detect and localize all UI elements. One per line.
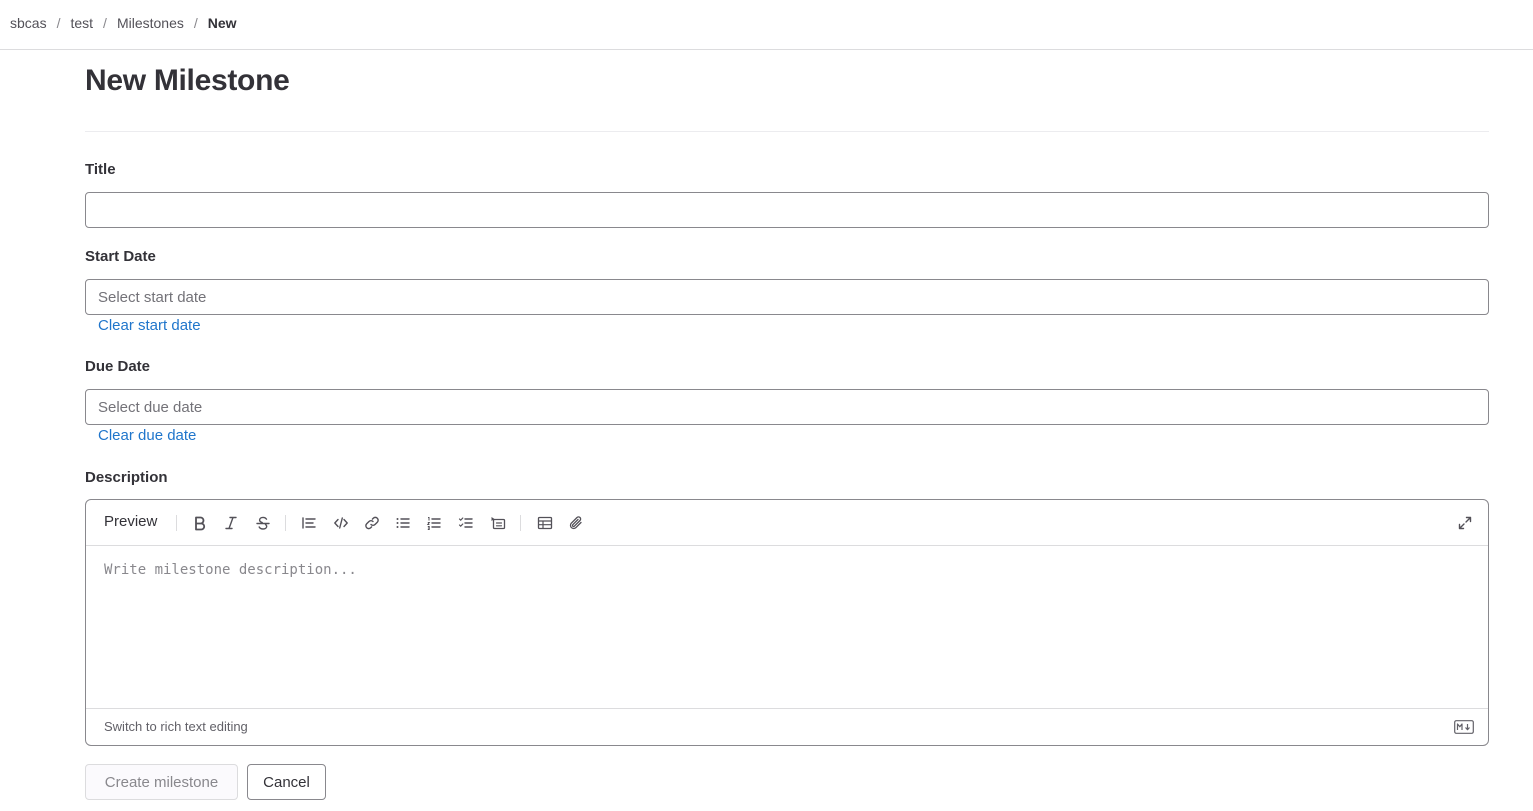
due-date-label: Due Date: [85, 358, 151, 375]
breadcrumb-separator: /: [103, 15, 107, 31]
description-textarea[interactable]: [86, 547, 1488, 708]
attach-file-icon[interactable]: [566, 513, 586, 533]
breadcrumb-item-milestones[interactable]: Milestones: [117, 15, 184, 31]
breadcrumb: sbcas / test / Milestones / New: [10, 15, 237, 31]
title-divider: [85, 131, 1489, 132]
bulleted-list-icon[interactable]: [393, 513, 413, 533]
switch-rich-text-button[interactable]: Switch to rich text editing: [104, 719, 248, 734]
fullscreen-icon[interactable]: [1455, 513, 1475, 533]
toolbar-divider: [176, 515, 177, 531]
quote-icon[interactable]: [299, 513, 319, 533]
page-title: New Milestone: [85, 64, 290, 97]
task-list-icon[interactable]: [456, 513, 476, 533]
top-bar: sbcas / test / Milestones / New: [0, 0, 1533, 50]
link-icon[interactable]: [362, 513, 382, 533]
editor-toolbar: Preview: [86, 500, 1488, 546]
start-date-label: Start Date: [85, 248, 156, 265]
collapsible-section-icon[interactable]: [488, 513, 508, 533]
editor-footer: Switch to rich text editing: [86, 708, 1488, 745]
strikethrough-icon[interactable]: [253, 513, 273, 533]
title-label: Title: [85, 161, 116, 178]
due-date-input[interactable]: [85, 389, 1489, 425]
breadcrumb-separator: /: [56, 15, 61, 31]
preview-tab[interactable]: Preview: [104, 513, 157, 530]
clear-due-date-link[interactable]: Clear due date: [98, 427, 196, 444]
clear-start-date-link[interactable]: Clear start date: [98, 317, 201, 334]
toolbar-divider: [285, 515, 286, 531]
breadcrumb-item-group[interactable]: sbcas: [10, 15, 47, 31]
title-input[interactable]: [85, 192, 1489, 228]
markdown-icon: [1454, 720, 1474, 734]
breadcrumb-item-project[interactable]: test: [70, 15, 93, 31]
table-icon[interactable]: [535, 513, 555, 533]
italic-icon[interactable]: [221, 513, 241, 533]
create-milestone-button[interactable]: Create milestone: [85, 764, 238, 800]
breadcrumb-separator: /: [193, 15, 198, 31]
numbered-list-icon[interactable]: [424, 513, 444, 533]
description-label: Description: [85, 469, 168, 486]
bold-icon[interactable]: [190, 513, 210, 533]
start-date-input[interactable]: [85, 279, 1489, 315]
toolbar-divider: [520, 515, 521, 531]
breadcrumb-item-current[interactable]: New: [208, 15, 237, 31]
code-icon[interactable]: [331, 513, 351, 533]
description-editor: Preview Write milestone description... S…: [85, 499, 1489, 746]
cancel-button[interactable]: Cancel: [247, 764, 326, 800]
